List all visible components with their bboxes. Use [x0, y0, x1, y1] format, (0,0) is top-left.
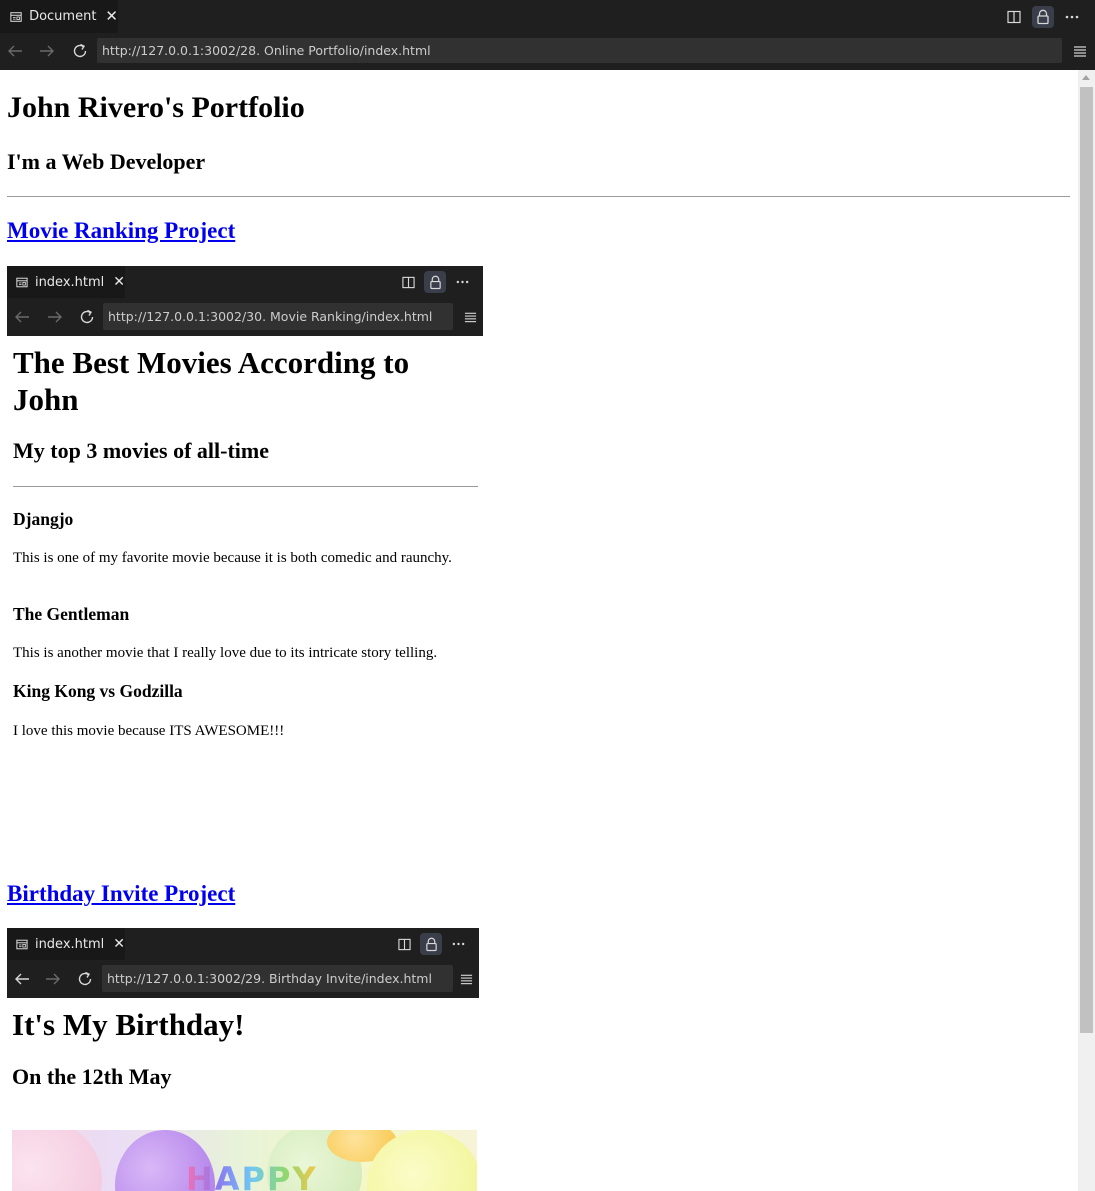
screenshot-url-input — [103, 303, 453, 330]
screenshot-nav-bar — [7, 298, 483, 336]
movie-description: I love this movie because ITS AWESOME!!! — [13, 723, 285, 739]
scroll-up-arrow-icon[interactable] — [1082, 75, 1090, 80]
page-icon — [16, 939, 28, 949]
refresh-icon[interactable] — [70, 41, 90, 61]
page-subtitle: I'm a Web Developer — [7, 149, 206, 174]
arrow-right-icon — [45, 307, 65, 327]
screenshot-subtitle: My top 3 movies of all-time — [13, 438, 269, 463]
page-icon — [16, 277, 28, 287]
movie-name: Djangjo — [13, 509, 74, 529]
screenshot-tab: index.html ✕ — [7, 928, 125, 960]
url-input[interactable] — [97, 38, 1062, 63]
arrow-right-icon — [43, 969, 63, 989]
birthday-image: HAPPY — [12, 1130, 477, 1191]
hamburger-menu-icon — [457, 970, 475, 988]
lock-icon[interactable] — [1032, 5, 1054, 28]
more-icon — [447, 933, 469, 955]
screenshot-title: The Best Movies According to John — [13, 345, 410, 418]
lock-icon — [420, 933, 442, 955]
movie-ranking-screenshot[interactable]: index.html ✕ The Best Movies According t… — [7, 266, 483, 786]
url-bar[interactable] — [97, 38, 1062, 63]
movie-description: This is one of my favorite movie because… — [13, 550, 452, 566]
screenshot-title: It's My Birthday! — [12, 1007, 245, 1042]
screenshot-url-input — [102, 965, 453, 992]
screenshot-nav-bar — [7, 960, 479, 998]
page-icon — [10, 11, 22, 22]
page-content: John Rivero's Portfolio I'm a Web Develo… — [0, 70, 1078, 1191]
close-icon: ✕ — [113, 274, 125, 290]
movie-ranking-project-link[interactable]: Movie Ranking Project — [7, 218, 235, 244]
close-icon[interactable]: ✕ — [105, 9, 118, 24]
screenshot-tab: index.html ✕ — [7, 266, 125, 298]
arrow-left-icon — [12, 969, 32, 989]
browser-tab[interactable]: Document ✕ — [0, 0, 118, 33]
birthday-invite-screenshot[interactable]: index.html ✕ It's My Birthday! On the 12… — [7, 928, 479, 1191]
scrollbar-thumb[interactable] — [1080, 87, 1093, 1033]
hamburger-menu-icon[interactable] — [1070, 41, 1090, 61]
browser-nav-bar — [0, 33, 1095, 70]
movie-description: This is another movie that I really love… — [13, 645, 438, 661]
close-icon: ✕ — [113, 936, 125, 952]
split-editor-icon — [397, 271, 419, 293]
more-icon — [451, 271, 473, 293]
browser-tab-title: Document — [29, 9, 97, 24]
birthday-image-text: HAPPY — [186, 1160, 318, 1191]
arrow-right-icon[interactable] — [37, 41, 57, 61]
screenshot-divider — [13, 486, 478, 487]
screenshot-tab-title: index.html — [34, 274, 105, 290]
movie-name: The Gentleman — [13, 604, 130, 624]
refresh-icon — [75, 969, 95, 989]
screenshot-tab-title: index.html — [34, 936, 105, 952]
screenshot-tab-bar: index.html ✕ — [7, 928, 479, 960]
vertical-scrollbar[interactable] — [1078, 70, 1095, 1191]
arrow-left-icon[interactable] — [5, 41, 25, 61]
birthday-invite-project-link[interactable]: Birthday Invite Project — [7, 881, 235, 907]
more-icon[interactable] — [1061, 6, 1083, 28]
lock-icon — [424, 271, 446, 293]
page-title: John Rivero's Portfolio — [7, 91, 305, 124]
screenshot-url-bar — [102, 965, 453, 992]
screenshot-url-bar — [103, 303, 453, 330]
hamburger-menu-icon — [461, 308, 479, 326]
refresh-icon — [77, 307, 97, 327]
split-editor-icon — [393, 933, 415, 955]
arrow-left-icon — [12, 307, 32, 327]
movie-name: King Kong vs Godzilla — [13, 681, 183, 701]
split-editor-icon[interactable] — [1003, 6, 1025, 28]
screenshot-subtitle: On the 12th May — [12, 1064, 172, 1089]
browser-tab-bar: Document ✕ — [0, 0, 1095, 33]
screenshot-tab-bar: index.html ✕ — [7, 266, 483, 298]
divider — [7, 196, 1070, 197]
